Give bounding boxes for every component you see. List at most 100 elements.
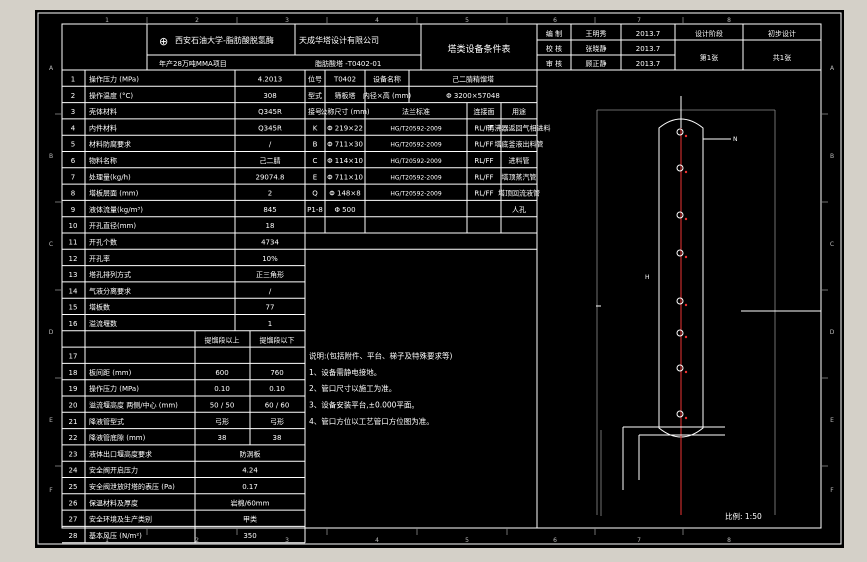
param-value: 350: [243, 532, 256, 540]
scale-label: 比例: 1:50: [725, 511, 762, 521]
param-value: 760: [270, 369, 283, 377]
nozzle-id: C: [313, 157, 318, 165]
ruler-label-bottom: 8: [727, 537, 731, 544]
param-label: 塔孔排列方式: [89, 270, 131, 279]
param-label: 操作压力 (MPa): [89, 75, 139, 84]
zone-header: 提馏段以下: [260, 335, 295, 344]
param-value: 10%: [262, 255, 278, 263]
note-item: 1、设备需静电接地。: [309, 367, 381, 377]
nozzle-value: 己二腈精馏塔: [452, 75, 494, 84]
param-no: 15: [69, 304, 78, 312]
manhole-mark: [676, 128, 684, 136]
param-value: 4.24: [242, 467, 258, 475]
ruler-label-left: A: [49, 65, 54, 72]
ruler-label-left: D: [49, 329, 54, 336]
note-item: 2、管口尺寸以施工为准。: [309, 383, 396, 393]
stage-value: 初步设计: [768, 29, 796, 38]
param-value: 845: [263, 206, 276, 214]
param-no: 17: [69, 353, 78, 361]
nozzle-size: Φ 114×10: [327, 157, 363, 165]
sign-name: 王明秀: [586, 29, 607, 38]
nozzle-size: Φ 711×30: [327, 141, 363, 149]
param-no: 25: [69, 483, 78, 491]
param-no: 14: [69, 287, 78, 295]
nozzle-face: RL/FF: [474, 141, 493, 149]
param-value: 己二腈: [260, 156, 281, 165]
param-label: 物料名称: [89, 156, 117, 165]
nozzle-header: 用途: [512, 107, 526, 116]
drawing-frame: 1122334455667788A AB BC CD DE EF F: [37, 12, 842, 545]
sign-role: 编 制: [546, 29, 562, 38]
nozzle-header: 法兰标准: [402, 107, 430, 116]
manhole-mark: [676, 410, 684, 418]
nozzle-standard: HG/T20592-2009: [390, 191, 442, 198]
param-no: 5: [71, 141, 75, 149]
param-value: 0.10: [269, 385, 285, 393]
nozzle-key: 位号: [308, 75, 322, 84]
nozzle-dot: [684, 170, 688, 174]
nozzle-use: 塔顶回流液管: [498, 189, 540, 198]
param-no: 23: [69, 450, 78, 458]
param-no: 27: [69, 516, 78, 524]
sign-name: 张晓静: [586, 44, 607, 53]
ruler-label-right: B: [830, 153, 834, 160]
param-value: 38: [218, 434, 227, 442]
param-value: 2: [268, 190, 272, 198]
drawing-canvas[interactable]: 1122334455667788AABBCCDDEEFF ⊕ 西安石油大学-脂肪酸…: [35, 10, 844, 548]
ruler-label-top: 3: [285, 17, 289, 24]
nozzle-face: RL/FF: [474, 157, 493, 165]
param-value: 防涡板: [240, 449, 261, 458]
param-no: 11: [69, 239, 78, 247]
param-no: 9: [71, 206, 75, 214]
nozzle-dot: [684, 217, 688, 221]
note-item: 4、管口方位以工艺管口方位图为准。: [309, 416, 434, 426]
param-value: 正三角形: [256, 270, 284, 279]
nozzle-standard: HG/T20592-2009: [390, 125, 442, 132]
param-label: 液体流量(kg/m³): [89, 205, 143, 214]
nozzle-standard: HG/T20592-2009: [390, 142, 442, 149]
nozzle-face: RL/FF: [474, 173, 493, 181]
param-value: 4734: [261, 239, 279, 247]
param-label: 板间距 (mm): [89, 368, 132, 377]
sheet-total: 共1张: [773, 53, 791, 62]
param-label: 气液分离要求: [89, 286, 131, 295]
param-label: 塔板数: [89, 303, 110, 312]
inner-border: [61, 23, 822, 529]
sign-date: 2013.7: [636, 60, 661, 68]
param-label: 操作压力 (MPa): [89, 384, 139, 393]
param-no: 22: [69, 434, 78, 442]
param-label: 基本风压 (N/m²): [89, 531, 142, 540]
param-no: 24: [69, 467, 78, 475]
nozzle-size: Φ 219×22: [327, 124, 363, 132]
param-value: 18: [266, 222, 275, 230]
ruler-label-top: 4: [375, 17, 379, 24]
param-no: 18: [69, 369, 78, 377]
param-label: 降液管底隙 (mm): [89, 433, 146, 442]
param-value: Q345R: [258, 108, 282, 116]
manhole-mark: [676, 329, 684, 337]
param-label: 安全环境及生产类别: [89, 515, 152, 524]
param-label: 保温材料及厚度: [89, 498, 138, 507]
param-no: 1: [71, 76, 75, 84]
nozzle-key: 内径×高 (mm): [363, 91, 411, 100]
sign-role: 审 核: [546, 59, 562, 68]
param-value: 1: [268, 320, 272, 328]
ruler-label-left: C: [49, 241, 53, 248]
nozzle-size: Φ 711×10: [327, 173, 363, 181]
nozzle-dot: [684, 134, 688, 138]
ruler-label-top: 6: [553, 17, 557, 24]
sign-date: 2013.7: [636, 45, 661, 53]
ruler-label-right: E: [830, 417, 834, 424]
nozzle-dot: [684, 335, 688, 339]
tower-elevation: N H 比例: 1:50: [596, 96, 821, 521]
param-label: 塔板层面 (mm): [89, 189, 139, 198]
title-block: ⊕ 西安石油大学-脂肪酸脱氢酶 天成华塔设计有限公司年产28万吨MMA项目 脂肪酸塔 …: [62, 24, 821, 71]
param-value: 308: [263, 92, 276, 100]
nozzle-dot: [684, 370, 688, 374]
param-label: 开孔直径(mm): [89, 221, 136, 230]
param-value: 77: [266, 304, 275, 312]
param-label: 液体出口堰高度要求: [89, 449, 152, 458]
outer-border: [37, 12, 842, 545]
param-no: 19: [69, 385, 78, 393]
notes-title: 说明:(包括附件、平台、梯子及特殊要求等): [309, 351, 452, 361]
